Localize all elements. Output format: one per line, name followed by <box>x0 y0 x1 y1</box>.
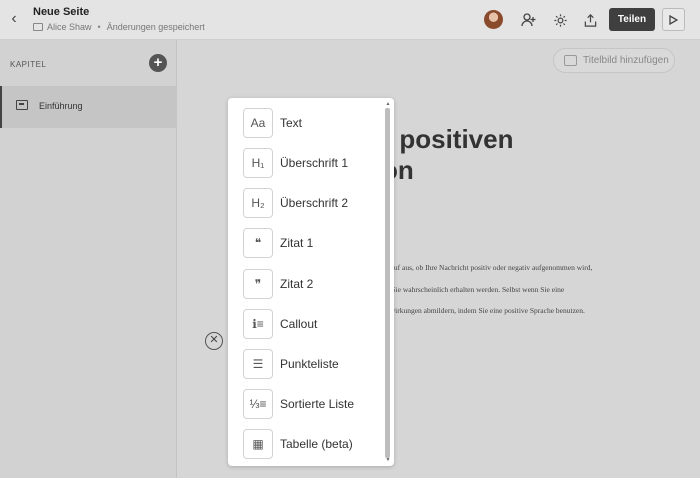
preview-button[interactable] <box>662 8 685 31</box>
body-text-line[interactable]: die Auswirkungen abmildern, indem Sie ei… <box>367 306 585 315</box>
chapter-sidebar: KAPITEL + Einführung <box>0 40 177 478</box>
menu-item-callout[interactable]: ℹ≡ Callout <box>243 308 383 340</box>
block-type-menu: Aa Text H₁ Überschrift 1 H₂ Überschrift … <box>228 98 394 466</box>
add-user-icon <box>521 13 536 27</box>
page-heading[interactable]: r positiven on <box>382 124 513 186</box>
chapter-section-label: KAPITEL <box>10 60 47 69</box>
quote2-icon: ❞ <box>243 269 273 299</box>
add-chapter-button[interactable]: + <box>149 54 167 72</box>
sidebar-item-label: Einführung <box>39 101 83 111</box>
close-menu-button[interactable]: ✕ <box>205 332 223 350</box>
add-user-button[interactable] <box>519 10 539 30</box>
back-button[interactable]: ‹ <box>6 10 22 28</box>
menu-item-label: Text <box>280 116 303 130</box>
avatar[interactable] <box>484 10 503 29</box>
scroll-down-arrow[interactable]: ▼ <box>385 457 391 463</box>
menu-item-label: Punkteliste <box>280 357 339 371</box>
cover-button-label: Titelbild hinzufügen <box>583 55 669 66</box>
table-icon: ▦ <box>243 429 273 459</box>
export-button[interactable] <box>580 10 600 30</box>
text-icon: Aa <box>243 108 273 138</box>
menu-item-heading2[interactable]: H₂ Überschrift 2 <box>243 187 383 219</box>
chevron-left-icon: ‹ <box>11 10 17 27</box>
menu-item-label: Überschrift 2 <box>280 196 349 210</box>
add-cover-image-button[interactable]: Titelbild hinzufügen <box>553 48 675 73</box>
settings-button[interactable] <box>550 10 570 30</box>
callout-icon: ℹ≡ <box>243 309 273 339</box>
heading-line: r positiven <box>382 124 514 154</box>
heading1-icon: H₁ <box>243 148 273 178</box>
author-name: Alice Shaw <box>47 22 92 32</box>
menu-item-label: Sortierte Liste <box>280 397 355 411</box>
menu-item-label: Zitat 2 <box>280 277 314 291</box>
body-text-line[interactable]: ton, die Sie wahrscheinlich erhalten wer… <box>367 285 564 294</box>
numbered-list-icon: ⅓≡ <box>243 389 273 419</box>
menu-item-label: Überschrift 1 <box>280 156 349 170</box>
menu-item-numbered-list[interactable]: ⅓≡ Sortierte Liste <box>243 388 383 420</box>
menu-item-heading1[interactable]: H₁ Überschrift 1 <box>243 147 383 179</box>
breadcrumb: Alice Shaw • Änderungen gespeichert <box>33 22 205 32</box>
gear-icon <box>553 13 567 27</box>
scroll-up-arrow[interactable]: ▲ <box>385 101 391 107</box>
quote1-icon: ❝ <box>243 228 273 258</box>
top-header: ‹ Neue Seite Alice Shaw • Änderungen ges… <box>0 0 700 40</box>
close-icon: ✕ <box>209 334 219 346</box>
heading2-icon: H₂ <box>243 188 273 218</box>
sidebar-item-einfuehrung[interactable]: Einführung <box>0 86 177 128</box>
menu-item-text[interactable]: Aa Text <box>243 107 383 139</box>
menu-scrollbar[interactable] <box>385 108 390 458</box>
menu-item-label: Callout <box>280 317 318 331</box>
menu-item-table[interactable]: ▦ Tabelle (beta) <box>243 428 383 460</box>
bullet-list-icon: ☰ <box>243 349 273 379</box>
plus-icon: + <box>153 54 163 71</box>
image-icon <box>564 55 577 66</box>
menu-item-quote1[interactable]: ❝ Zitat 1 <box>243 227 383 259</box>
chapter-icon <box>16 100 28 110</box>
menu-item-label: Tabelle (beta) <box>280 437 353 451</box>
heading-line: on <box>382 155 414 185</box>
save-status: Änderungen gespeichert <box>106 22 205 32</box>
play-icon <box>669 14 678 25</box>
separator: • <box>97 22 101 32</box>
menu-item-bullet-list[interactable]: ☰ Punkteliste <box>243 348 383 380</box>
body-text-line[interactable]: sich darauf aus, ob Ihre Nachricht posit… <box>367 263 592 272</box>
upload-icon <box>584 13 596 27</box>
share-button[interactable]: Teilen <box>609 8 655 31</box>
folder-icon <box>33 23 43 31</box>
page-title[interactable]: Neue Seite <box>33 6 89 18</box>
menu-item-label: Zitat 1 <box>280 236 314 250</box>
menu-item-quote2[interactable]: ❞ Zitat 2 <box>243 268 383 300</box>
